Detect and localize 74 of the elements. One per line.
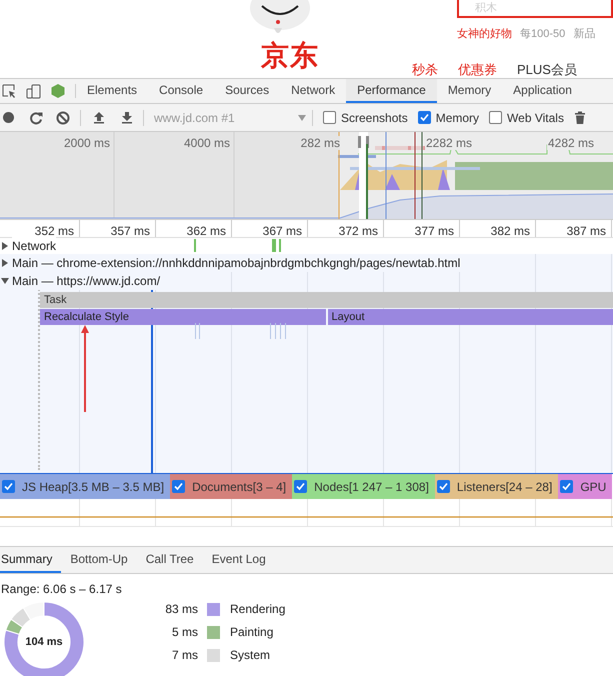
task-bar[interactable]: Task <box>40 292 613 308</box>
inspect-icon[interactable] <box>2 84 17 98</box>
category-label: Painting <box>230 625 274 639</box>
checkbox[interactable] <box>436 480 450 493</box>
expanded-triangle-icon[interactable] <box>1 277 9 285</box>
ruler-tick-label: 387 ms <box>566 224 606 238</box>
devtools-tab[interactable]: Performance <box>346 79 437 103</box>
details-tab[interactable]: Summary <box>0 547 62 573</box>
nav-link[interactable]: 秒杀 <box>412 60 438 80</box>
clear-icon[interactable] <box>56 110 70 124</box>
track-label[interactable]: Main — chrome-extension://nnhkddnnipamobajnbrdgmbchkgngh/pages/newtab.html <box>12 254 460 272</box>
ruler-tick-label: 352 ms <box>34 224 74 238</box>
counter-toggle[interactable]: GPU <box>558 474 612 499</box>
overview-tick-label: 4000 ms <box>184 136 230 150</box>
record-icon[interactable] <box>2 111 15 124</box>
donut-total-label: 104 ms <box>25 634 63 650</box>
checkbox[interactable] <box>418 111 431 124</box>
checkbox[interactable] <box>172 480 186 493</box>
details-tab[interactable]: Bottom-Up <box>61 547 137 573</box>
checkbox[interactable] <box>294 480 308 493</box>
devtools-tab[interactable]: Network <box>280 79 346 103</box>
ruler-tick-label: 377 ms <box>414 224 454 238</box>
counter-toggle[interactable]: JS Heap[3.5 MB – 3.5 MB] <box>0 474 170 499</box>
checkbox[interactable] <box>323 111 336 124</box>
trash-icon[interactable] <box>574 110 586 124</box>
ruler-tick-label: 367 ms <box>262 224 302 238</box>
category-label: Rendering <box>230 602 286 616</box>
annotation-arrow-icon <box>81 325 89 412</box>
details-tab[interactable]: Call Tree <box>136 547 203 573</box>
device-toolbar-icon[interactable] <box>26 84 41 98</box>
checkbox[interactable] <box>560 480 574 493</box>
ruler-tick-label: 372 ms <box>338 224 378 238</box>
reload-icon[interactable] <box>29 110 43 124</box>
nav-link[interactable]: 优惠券 <box>458 60 497 80</box>
counter-toggle[interactable]: Documents[3 – 4] <box>170 474 292 499</box>
overview-tick-label: 2000 ms <box>64 136 110 150</box>
devtools-tab[interactable]: Sources <box>214 79 280 103</box>
time-value: 5 ms <box>170 625 198 639</box>
devtools-tab[interactable]: Elements <box>76 79 148 103</box>
event-bar[interactable]: Recalculate Style <box>40 309 326 325</box>
overview-tick-label: 4282 ms <box>546 136 595 150</box>
option-label[interactable]: Web Vitals <box>507 108 564 126</box>
download-icon[interactable] <box>121 111 133 124</box>
overview-tick-label: 2282 ms <box>424 136 473 150</box>
track-label[interactable]: Main — https://www.jd.com/ <box>12 272 160 290</box>
site-logo[interactable]: 京东 <box>261 42 319 70</box>
checkbox[interactable] <box>2 480 15 493</box>
checkbox[interactable] <box>489 111 502 124</box>
selection-handle[interactable] <box>366 136 369 148</box>
time-value: 7 ms <box>170 648 198 662</box>
counter-toggle[interactable]: Nodes[1 247 – 1 308] <box>292 474 435 499</box>
counter-toggle[interactable]: Listeners[24 – 28] <box>434 474 558 499</box>
hexagon-icon[interactable] <box>50 83 66 99</box>
dropdown-caret-icon <box>298 114 306 120</box>
overview-tick-label: 282 ms <box>300 136 340 150</box>
devtools-tab[interactable]: Application <box>502 79 583 103</box>
ruler-tick-label: 382 ms <box>490 224 530 238</box>
devtools-tab[interactable]: Memory <box>436 79 502 103</box>
hot-word-link[interactable]: 女神的好物 <box>457 26 512 42</box>
selection-handle[interactable] <box>358 136 361 148</box>
devtools-tab[interactable]: Console <box>148 79 214 103</box>
range-text: Range: 6.06 s – 6.17 s <box>0 581 123 598</box>
ruler-tick-label: 357 ms <box>110 224 150 238</box>
time-value: 83 ms <box>164 602 198 616</box>
category-label: System <box>230 648 272 662</box>
option-label[interactable]: Memory <box>436 108 480 126</box>
nav-link[interactable]: PLUS会员 <box>517 60 577 80</box>
ruler-tick-label: 362 ms <box>186 224 226 238</box>
details-tab[interactable]: Event Log <box>202 547 275 573</box>
event-bar[interactable]: Layout <box>328 309 613 325</box>
collapsed-triangle-icon[interactable] <box>1 242 9 250</box>
option-label[interactable]: Screenshots <box>341 108 408 126</box>
upload-icon[interactable] <box>93 111 105 124</box>
collapsed-triangle-icon[interactable] <box>1 259 9 267</box>
